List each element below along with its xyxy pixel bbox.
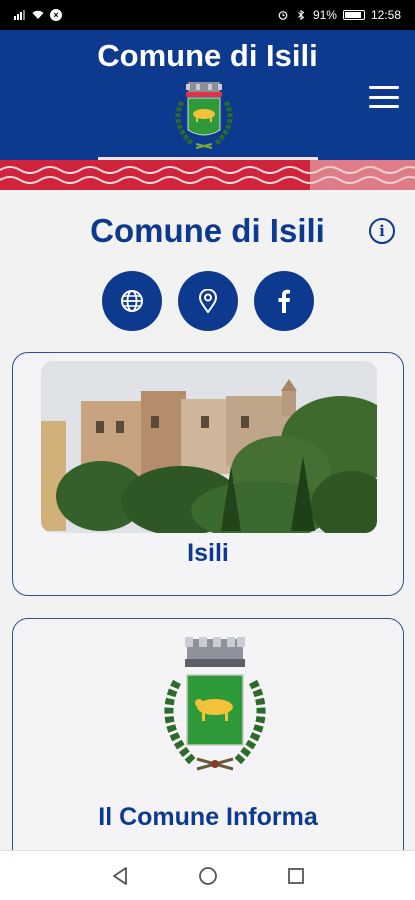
isili-card[interactable]: Isili <box>12 352 404 596</box>
main-content: Comune di Isili i Isili Il Comune Inform… <box>0 190 415 850</box>
hamburger-menu-icon[interactable] <box>369 86 399 108</box>
info-icon[interactable]: i <box>369 218 395 244</box>
location-button[interactable] <box>177 271 238 331</box>
cancel-circle-icon: × <box>50 9 62 21</box>
facebook-button[interactable] <box>253 271 314 331</box>
status-bar: × 91% 12:58 <box>0 0 415 30</box>
website-button[interactable] <box>101 271 162 331</box>
comune-informa-card[interactable]: Il Comune Informa <box>12 618 404 850</box>
coat-of-arms-icon <box>175 82 233 149</box>
social-links <box>0 271 415 331</box>
card-title: Isili <box>187 539 229 567</box>
town-photo <box>41 361 377 533</box>
alarm-icon <box>278 11 288 20</box>
map-pin-icon <box>198 289 217 313</box>
system-nav-bar <box>0 850 415 900</box>
card-title: Il Comune Informa <box>98 803 318 831</box>
facebook-icon <box>278 289 290 313</box>
app-header: Comune di Isili <box>0 30 415 190</box>
battery-level-fill <box>344 12 361 18</box>
clock: 12:58 <box>370 8 401 22</box>
signal-icon <box>14 10 25 20</box>
recents-icon[interactable] <box>284 864 308 888</box>
decorative-wave-band <box>0 160 415 190</box>
battery-icon <box>342 10 365 20</box>
status-left: × <box>14 9 62 21</box>
globe-icon <box>120 290 143 312</box>
page-title: Comune di Isili <box>90 212 325 249</box>
wifi-icon <box>32 10 44 19</box>
back-icon[interactable] <box>108 864 132 888</box>
bluetooth-icon <box>298 10 305 20</box>
status-right: 91% 12:58 <box>277 8 401 22</box>
battery-percent: 91% <box>312 8 337 22</box>
coat-of-arms-icon <box>164 637 266 771</box>
home-icon[interactable] <box>196 864 220 888</box>
header-title: Comune di Isili <box>97 38 318 73</box>
